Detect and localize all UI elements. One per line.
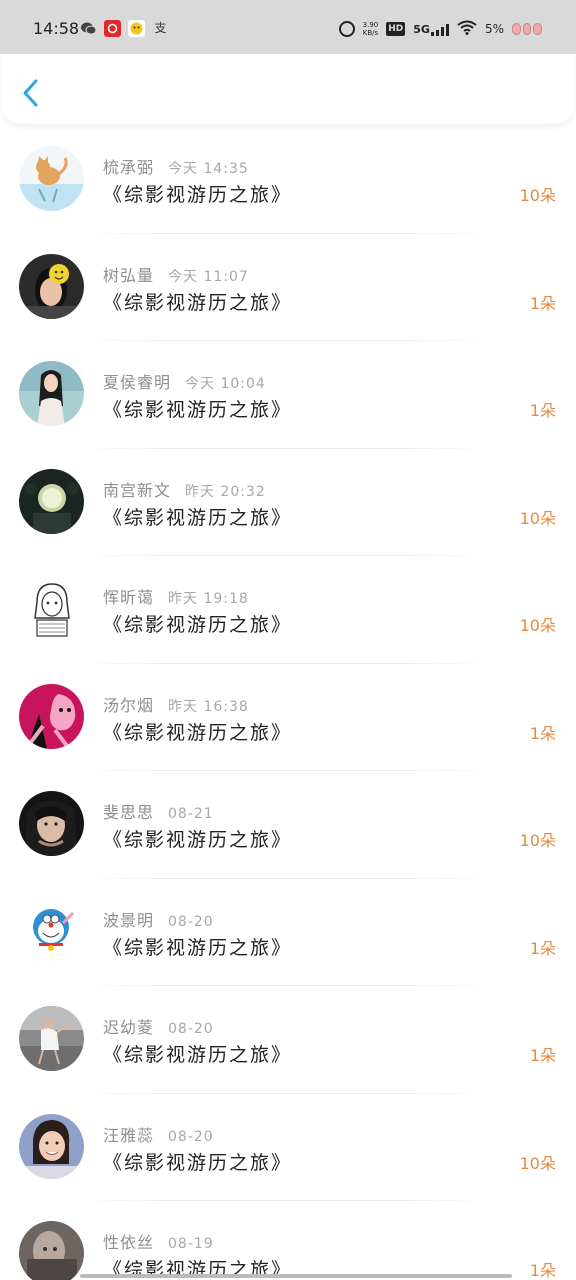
avatar[interactable] — [19, 683, 84, 749]
gift-count: 10朵 — [519, 508, 556, 528]
status-bar: 14:58 支 3.90 KB/s HD 5G 5% — [0, 0, 576, 54]
sender-name: 夏侯睿明 今天 10:04 — [103, 369, 266, 393]
net-speed-value: 3.90 — [362, 21, 379, 29]
sender-name: 恽昕蔼 昨天 19:18 — [103, 584, 249, 608]
book-title: 《综影视游历之旅》 — [103, 1044, 293, 1066]
list-item[interactable]: 夏侯睿明 今天 10:04 《综影视游历之旅》 1朵 — [0, 341, 576, 449]
battery-icon — [512, 23, 543, 35]
timestamp: 08-21 — [168, 806, 214, 822]
gift-count: 10朵 — [519, 186, 556, 205]
gift-count: 10朵 — [519, 831, 556, 850]
list-item[interactable]: 波景明 08-20 《综影视游历之旅》 1朵 — [0, 879, 576, 986]
book-title: 《综影视游历之旅》 — [103, 829, 293, 851]
avatar[interactable] — [19, 898, 84, 964]
sender-name-text: 恽昕蔼 — [103, 588, 155, 607]
sender-name: 汪雅蕊 08-20 — [103, 1122, 214, 1146]
status-time: 14:58 — [33, 19, 80, 38]
timestamp: 今天 11:07 — [168, 268, 249, 285]
sender-name-text: 汪雅蕊 — [103, 1125, 155, 1145]
timestamp: 08-20 — [168, 1128, 214, 1145]
battery-percent: 5% — [484, 22, 504, 36]
book-title: 《综影视游历之旅》 — [103, 936, 293, 959]
list-item[interactable]: 梳承弼 今天 14:35 《综影视游历之旅》 10朵 — [0, 126, 576, 234]
avatar[interactable] — [19, 1006, 84, 1071]
avatar[interactable] — [19, 468, 84, 534]
sender-name: 性依丝 08-19 — [103, 1229, 214, 1253]
list-item[interactable]: 汤尔烟 昨天 16:38 《综影视游历之旅》 1朵 — [0, 664, 576, 771]
book-title: 《综影视游历之旅》 — [103, 1151, 293, 1174]
timestamp: 08-20 — [168, 913, 214, 930]
sender-name: 汤尔烟 昨天 16:38 — [103, 692, 249, 716]
avatar[interactable] — [19, 146, 84, 211]
net-speed-unit: KB/s — [362, 29, 379, 37]
avatar[interactable] — [19, 576, 84, 641]
gift-count: 1朵 — [529, 938, 556, 958]
gift-count: 1朵 — [529, 723, 556, 743]
alarm-icon — [338, 21, 355, 37]
avatar[interactable] — [19, 1221, 84, 1280]
sender-name-text: 波景明 — [103, 910, 155, 930]
list-item[interactable]: 树弘量 今天 11:07 《综影视游历之旅》 1朵 — [0, 234, 576, 341]
sender-name: 南宫新文 昨天 20:32 — [103, 477, 266, 501]
avatar[interactable] — [19, 791, 84, 856]
sender-name-text: 斐思思 — [103, 803, 155, 822]
list-item[interactable]: 斐思思 08-21 《综影视游历之旅》 10朵 — [0, 771, 576, 879]
gift-count: 10朵 — [519, 1153, 556, 1173]
gift-count: 1朵 — [529, 401, 556, 420]
net-speed: 3.90 KB/s — [363, 21, 379, 37]
gift-count: 1朵 — [529, 1261, 556, 1280]
top-nav-bar — [2, 54, 574, 124]
gift-record-list[interactable]: 梳承弼 今天 14:35 《综影视游历之旅》 10朵 树弘量 今天 11:07 《综… — [0, 126, 576, 1280]
status-indicators: 3.90 KB/s HD 5G 5% — [338, 18, 543, 40]
sender-name-text: 南宫新文 — [103, 480, 172, 500]
sender-name: 迟幼菱 08-20 — [103, 1014, 214, 1038]
gift-count: 1朵 — [529, 293, 556, 313]
sender-name-text: 汤尔烟 — [103, 695, 155, 715]
hd-badge: HD — [386, 22, 406, 36]
timestamp: 昨天 20:32 — [185, 483, 266, 500]
sender-name-text: 夏侯睿明 — [103, 373, 172, 392]
timestamp: 08-20 — [168, 1021, 214, 1037]
book-title: 《综影视游历之旅》 — [103, 184, 293, 206]
sender-name-text: 梳承弼 — [103, 158, 155, 177]
horizontal-scrollbar[interactable] — [80, 1274, 512, 1278]
timestamp: 今天 14:35 — [168, 161, 249, 177]
emoji-app-icon — [128, 20, 145, 37]
sender-name: 斐思思 08-21 — [103, 799, 214, 823]
wifi-icon — [457, 20, 477, 39]
sender-name-text: 树弘量 — [103, 265, 155, 285]
book-title: 《综影视游历之旅》 — [103, 399, 293, 421]
list-item[interactable]: 迟幼菱 08-20 《综影视游历之旅》 1朵 — [0, 986, 576, 1094]
back-icon[interactable] — [20, 78, 44, 108]
gift-count: 1朵 — [529, 1046, 556, 1065]
cellular-signal-icon: 5G — [413, 23, 449, 36]
avatar[interactable] — [19, 253, 84, 319]
book-title: 《综影视游历之旅》 — [103, 291, 293, 314]
sender-name-text: 迟幼菱 — [103, 1018, 155, 1037]
network-type: 5G — [413, 22, 430, 36]
timestamp: 昨天 16:38 — [168, 698, 249, 715]
sender-name: 梳承弼 今天 14:35 — [103, 154, 249, 178]
timestamp: 08-19 — [168, 1236, 214, 1252]
wechat-icon — [80, 20, 97, 37]
list-item[interactable]: 性依丝 08-19 《综影视游历之旅》 1朵 — [0, 1201, 576, 1280]
sender-name-text: 性依丝 — [103, 1233, 155, 1252]
book-title: 《综影视游历之旅》 — [103, 506, 293, 529]
red-app-icon — [104, 20, 121, 37]
avatar[interactable] — [19, 361, 84, 426]
alipay-icon: 支 — [154, 21, 167, 35]
timestamp: 今天 10:04 — [185, 376, 266, 392]
avatar[interactable] — [19, 1113, 84, 1179]
gift-count: 10朵 — [519, 616, 556, 635]
book-title: 《综影视游历之旅》 — [103, 614, 293, 636]
sender-name: 树弘量 今天 11:07 — [103, 262, 249, 286]
list-item[interactable]: 汪雅蕊 08-20 《综影视游历之旅》 10朵 — [0, 1094, 576, 1201]
list-item[interactable]: 南宫新文 昨天 20:32 《综影视游历之旅》 10朵 — [0, 449, 576, 556]
timestamp: 昨天 19:18 — [168, 591, 249, 607]
list-item[interactable]: 恽昕蔼 昨天 19:18 《综影视游历之旅》 10朵 — [0, 556, 576, 664]
sender-name: 波景明 08-20 — [103, 907, 214, 931]
book-title: 《综影视游历之旅》 — [103, 721, 293, 744]
